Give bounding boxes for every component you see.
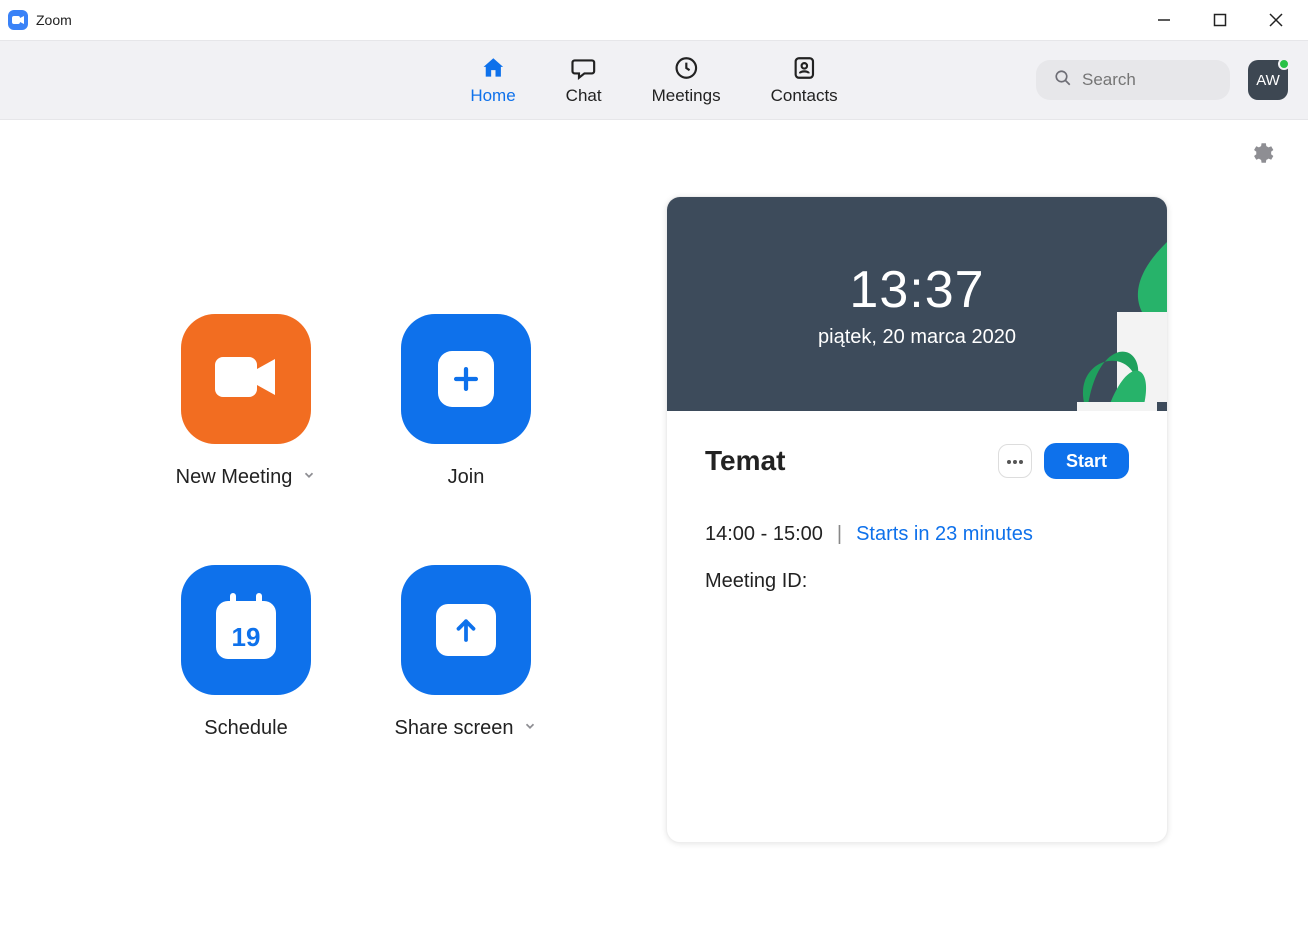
chat-icon — [570, 54, 598, 82]
maximize-button[interactable] — [1206, 6, 1234, 34]
meeting-id-label: Meeting ID: — [705, 570, 1129, 593]
share-screen-label-row[interactable]: Share screen — [395, 717, 538, 740]
titlebar: Zoom — [0, 0, 1308, 40]
nav-right: AW — [1036, 60, 1288, 100]
ellipsis-icon — [1006, 452, 1024, 470]
more-button[interactable] — [998, 444, 1032, 478]
close-button[interactable] — [1262, 6, 1290, 34]
calendar-icon: 19 — [216, 601, 276, 659]
card-body: Temat Start 14:00 - 15:00 | Starts in 23… — [667, 411, 1167, 625]
settings-button[interactable] — [1248, 140, 1274, 171]
clock-icon — [672, 54, 700, 82]
video-icon — [211, 351, 281, 408]
tab-chat[interactable]: Chat — [566, 54, 602, 106]
title-left: Zoom — [8, 10, 72, 30]
status-dot-icon — [1278, 58, 1290, 70]
tab-label: Home — [470, 86, 515, 106]
tab-contacts[interactable]: Contacts — [771, 54, 838, 106]
action-new-meeting: New Meeting — [136, 314, 356, 489]
calendar-day: 19 — [232, 622, 261, 653]
window-controls — [1150, 6, 1296, 34]
new-meeting-label-row[interactable]: New Meeting — [176, 466, 317, 489]
meeting-countdown: Starts in 23 minutes — [856, 523, 1033, 546]
action-label: New Meeting — [176, 466, 293, 489]
left-panel: New Meeting Join — [0, 120, 640, 939]
zoom-app-icon — [8, 10, 28, 30]
avatar-initials: AW — [1256, 72, 1280, 89]
start-button[interactable]: Start — [1044, 443, 1129, 479]
contacts-icon — [790, 54, 818, 82]
home-icon — [479, 54, 507, 82]
plus-icon — [438, 351, 494, 407]
chevron-down-icon — [302, 468, 316, 487]
minimize-button[interactable] — [1150, 6, 1178, 34]
clock-date: piątek, 20 marca 2020 — [818, 326, 1016, 349]
nav-bar: Home Chat Meetings Contacts — [0, 40, 1308, 120]
divider: | — [837, 523, 842, 546]
meeting-time-range: 14:00 - 15:00 — [705, 523, 823, 546]
meeting-time-row: 14:00 - 15:00 | Starts in 23 minutes — [705, 523, 1129, 546]
action-label: Schedule — [204, 717, 287, 740]
right-panel: 13:37 piątek, 20 marca 2020 Temat — [640, 120, 1308, 939]
avatar[interactable]: AW — [1248, 60, 1288, 100]
join-button[interactable] — [401, 314, 531, 444]
tab-label: Meetings — [652, 86, 721, 106]
search-box[interactable] — [1036, 60, 1230, 100]
card-head-row: Temat Start — [705, 443, 1129, 479]
tab-label: Contacts — [771, 86, 838, 106]
content-area: New Meeting Join — [0, 120, 1308, 939]
share-screen-button[interactable] — [401, 565, 531, 695]
plant-illustration-icon — [1047, 242, 1167, 411]
action-label: Join — [448, 466, 485, 489]
action-join: Join — [356, 314, 576, 489]
card-head-actions: Start — [998, 443, 1129, 479]
action-schedule: 19 Schedule — [136, 565, 356, 740]
new-meeting-button[interactable] — [181, 314, 311, 444]
arrow-up-icon — [436, 604, 496, 656]
tab-meetings[interactable]: Meetings — [652, 54, 721, 106]
action-share-screen: Share screen — [356, 565, 576, 740]
tab-home[interactable]: Home — [470, 54, 515, 106]
meeting-topic: Temat — [705, 445, 785, 477]
chevron-down-icon — [523, 719, 537, 738]
search-input[interactable] — [1082, 70, 1212, 90]
clock-time: 13:37 — [849, 260, 984, 320]
card-hero: 13:37 piątek, 20 marca 2020 — [667, 197, 1167, 411]
search-icon — [1054, 69, 1072, 92]
action-grid: New Meeting Join — [136, 314, 640, 740]
window-title: Zoom — [36, 12, 72, 28]
info-card: 13:37 piątek, 20 marca 2020 Temat — [666, 196, 1168, 843]
schedule-label-row: Schedule — [204, 717, 287, 740]
join-label-row: Join — [448, 466, 485, 489]
action-label: Share screen — [395, 717, 514, 740]
nav-tabs: Home Chat Meetings Contacts — [470, 54, 837, 106]
schedule-button[interactable]: 19 — [181, 565, 311, 695]
tab-label: Chat — [566, 86, 602, 106]
